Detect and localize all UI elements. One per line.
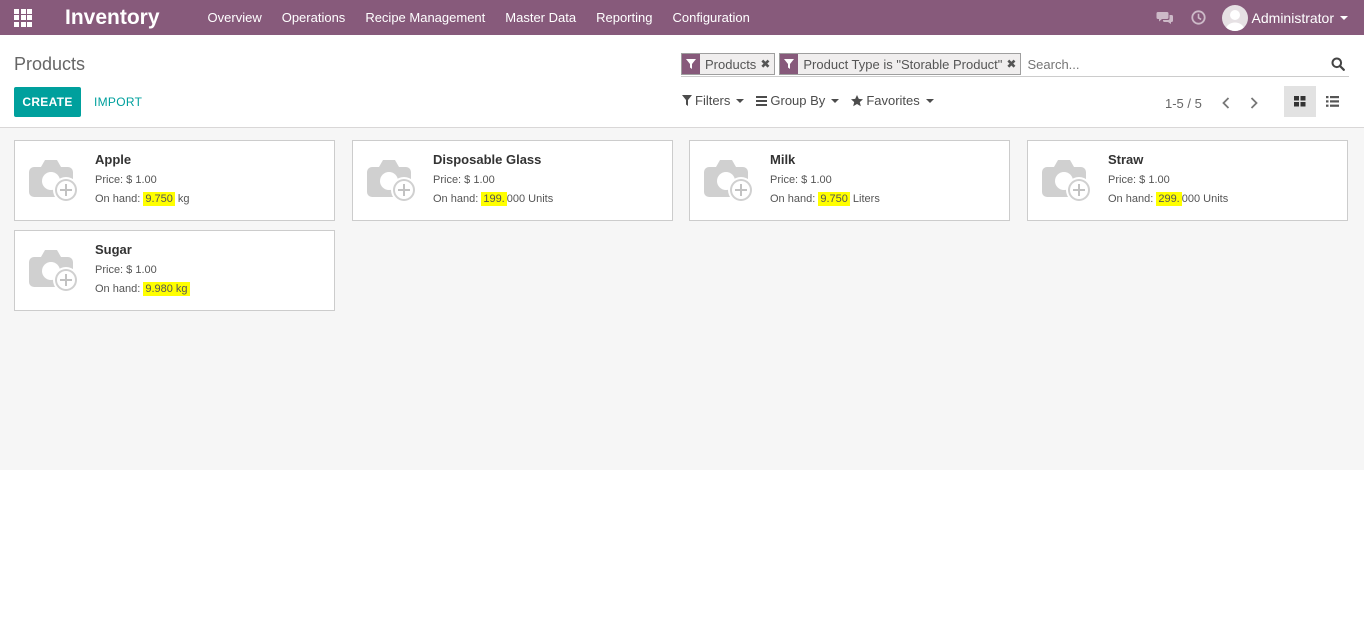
product-price: Price: $ 1.00 <box>433 174 495 186</box>
facet-label: Products <box>705 56 757 72</box>
search-input[interactable] <box>1025 56 1327 72</box>
filter-icon <box>682 95 692 106</box>
search-facet-products: Products ✖ <box>681 53 776 75</box>
camera-placeholder-icon <box>367 160 417 203</box>
kanban-view: Apple Price: $ 1.00 On hand: 9.750 kg Di… <box>0 128 1364 470</box>
close-icon[interactable]: ✖ <box>1006 57 1020 71</box>
navbar-systray: Administrator <box>1148 0 1364 35</box>
chevron-down-icon <box>736 98 745 103</box>
apps-grid-icon <box>14 8 32 27</box>
list-view-icon[interactable] <box>1316 86 1348 117</box>
star-icon <box>851 94 864 106</box>
product-on-hand: On hand: 9.750 kg <box>95 190 190 209</box>
top-navbar: Inventory Overview Operations Recipe Man… <box>0 0 1364 35</box>
chevron-down-icon <box>1340 15 1348 20</box>
product-name: Disposable Glass <box>433 152 542 167</box>
group-by-label: Group By <box>770 93 826 108</box>
product-price: Price: $ 1.00 <box>770 174 832 186</box>
camera-placeholder-icon <box>29 160 79 203</box>
camera-placeholder-icon <box>704 160 754 203</box>
filters-label: Filters <box>695 93 731 108</box>
on-hand-highlight: 9.980 kg <box>143 282 190 296</box>
menu-item-reporting[interactable]: Reporting <box>596 10 652 25</box>
product-price: Price: $ 1.00 <box>95 174 157 186</box>
breadcrumb: Products <box>14 54 86 74</box>
product-card-straw[interactable]: Straw Price: $ 1.00 On hand: 299. 000 Uni… <box>1027 140 1348 221</box>
kanban-view-icon[interactable] <box>1284 86 1316 117</box>
product-on-hand: On hand: 299. 000 Units <box>1108 190 1228 209</box>
bars-icon <box>756 95 768 106</box>
menu-item-recipe-management[interactable]: Recipe Management <box>365 10 485 25</box>
product-card-sugar[interactable]: Sugar Price: $ 1.00 On hand: 9.980 kg <box>14 230 335 311</box>
chat-icon[interactable] <box>1148 0 1182 35</box>
chevron-right-icon[interactable] <box>1240 93 1268 113</box>
filter-icon <box>780 54 799 74</box>
pager-value[interactable]: 1-5 / 5 <box>1165 96 1202 111</box>
on-hand-label: On hand: <box>770 193 816 205</box>
chevron-left-icon[interactable] <box>1212 93 1240 113</box>
on-hand-rest: 000 Units <box>506 193 554 205</box>
user-name: Administrator <box>1251 9 1334 26</box>
favorites-dropdown[interactable]: Favorites <box>851 93 934 108</box>
product-name: Apple <box>95 152 132 167</box>
search-facet-product-type: Product Type is "Storable Product" ✖ <box>779 53 1022 75</box>
on-hand-highlight: 9.750 <box>143 192 175 206</box>
product-card-disposable-glass[interactable]: Disposable Glass Price: $ 1.00 On hand: … <box>352 140 673 221</box>
favorites-label: Favorites <box>866 93 920 108</box>
on-hand-rest: Liters <box>849 193 880 205</box>
product-name: Milk <box>770 152 796 167</box>
on-hand-label: On hand: <box>95 283 141 295</box>
search-bar: Products ✖ Product Type is "Storable Pro… <box>681 52 1349 77</box>
control-panel: Products CREATE IMPORT Products ✖ Produc… <box>0 41 1364 128</box>
camera-placeholder-icon <box>1042 160 1092 203</box>
on-hand-highlight: 299. <box>1156 192 1182 206</box>
filter-icon <box>682 54 700 74</box>
pager: 1-5 / 5 <box>1165 93 1268 113</box>
product-on-hand: On hand: 9.980 kg <box>95 280 190 299</box>
product-name: Straw <box>1108 152 1144 167</box>
create-button[interactable]: CREATE <box>14 87 81 117</box>
menu-item-operations[interactable]: Operations <box>282 10 346 25</box>
product-name: Sugar <box>95 242 132 257</box>
search-options: Filters Group By Favorites <box>682 93 946 108</box>
on-hand-rest: 000 Units <box>1181 193 1229 205</box>
product-on-hand: On hand: 9.750 Liters <box>770 190 880 209</box>
filters-dropdown[interactable]: Filters <box>682 93 745 108</box>
product-card-milk[interactable]: Milk Price: $ 1.00 On hand: 9.750 Liters <box>689 140 1010 221</box>
menu-item-master-data[interactable]: Master Data <box>505 10 576 25</box>
camera-placeholder-icon <box>29 250 79 293</box>
activity-clock-icon[interactable] <box>1182 0 1216 35</box>
apps-menu-button[interactable] <box>0 0 46 35</box>
avatar <box>1221 4 1248 31</box>
chevron-down-icon <box>925 98 934 103</box>
on-hand-label: On hand: <box>95 193 141 205</box>
menu-item-configuration[interactable]: Configuration <box>672 10 749 25</box>
product-on-hand: On hand: 199. 000 Units <box>433 190 553 209</box>
on-hand-label: On hand: <box>433 193 479 205</box>
close-icon[interactable]: ✖ <box>760 57 774 71</box>
user-menu[interactable]: Administrator <box>1221 4 1348 31</box>
facet-label: Product Type is "Storable Product" <box>803 56 1003 72</box>
chevron-down-icon <box>831 98 840 103</box>
on-hand-rest: kg <box>174 193 190 205</box>
app-title[interactable]: Inventory <box>65 6 160 30</box>
product-price: Price: $ 1.00 <box>95 264 157 276</box>
on-hand-label: On hand: <box>1108 193 1154 205</box>
on-hand-highlight: 9.750 <box>818 192 850 206</box>
view-switcher <box>1284 86 1348 117</box>
search-icon[interactable] <box>1327 53 1349 75</box>
product-price: Price: $ 1.00 <box>1108 174 1170 186</box>
group-by-dropdown[interactable]: Group By <box>756 93 840 108</box>
menu-item-overview[interactable]: Overview <box>208 10 262 25</box>
on-hand-highlight: 199. <box>481 192 507 206</box>
product-card-apple[interactable]: Apple Price: $ 1.00 On hand: 9.750 kg <box>14 140 335 221</box>
main-menu: Overview Operations Recipe Management Ma… <box>208 10 770 25</box>
import-button[interactable]: IMPORT <box>86 87 150 117</box>
